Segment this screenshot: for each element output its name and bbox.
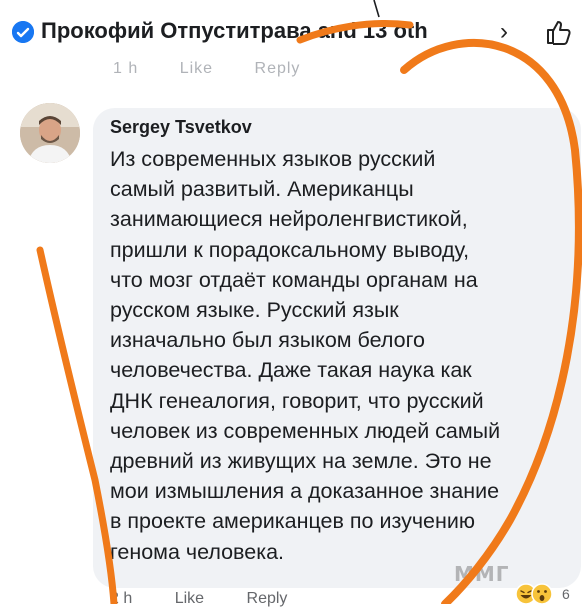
comment-line: пришли к порадоксальному выводу, [110,237,470,262]
comment-line: человек из современных людей самый [110,418,501,443]
comment-author[interactable]: Sergey Tsvetkov [110,117,252,138]
reply-button[interactable]: Reply [247,590,288,607]
reactors-title[interactable]: Прокофий Отпуститрава and 13 oth [41,18,428,44]
previous-like-button[interactable]: Like [180,60,213,77]
comment-text: Из современных языков русский самый разв… [110,144,580,567]
comment-line: человечества. Даже такая наука как [110,358,472,383]
previous-reply-button[interactable]: Reply [255,60,301,77]
previous-comment-actions: 1 h Like Reply [113,60,336,78]
comment-actions: 2 h Like Reply [110,590,325,608]
comment-line: изначально был языком белого [110,328,425,353]
comment-time[interactable]: 2 h [110,590,132,607]
comment-line: что мозг отдаёт команды органам на [110,267,478,292]
reaction-count[interactable]: 6 [562,586,570,602]
avatar[interactable] [20,103,80,163]
like-button[interactable]: Like [175,590,204,607]
comment-line: древний из живущих на земле. Это не [110,449,492,474]
top-bar: Прокофий Отпуститрава and 13 oth › [0,0,582,62]
comment-line: ДНК генеалогия, говорит, что русский [110,388,484,413]
comment-line: самый развитый. Американцы [110,177,414,202]
avatar-image [20,103,80,163]
chevron-right-icon[interactable]: › [500,18,508,46]
info-icon[interactable] [12,21,34,43]
comment-line: занимающиеся нейроленгвистикой, [110,207,468,232]
comment-line: Из современных языков русский [110,147,436,171]
comment-line: русском языке. Русский язык [110,298,399,323]
comment-line: мои измышления а доказанное знание [110,479,500,504]
watermark: ММГ [454,562,510,586]
thumbs-up-icon[interactable] [544,18,572,46]
info-icon-glyph [12,21,34,43]
comment-line: в проекте американцев по изучению [110,509,476,534]
previous-time: 1 h [113,60,139,77]
